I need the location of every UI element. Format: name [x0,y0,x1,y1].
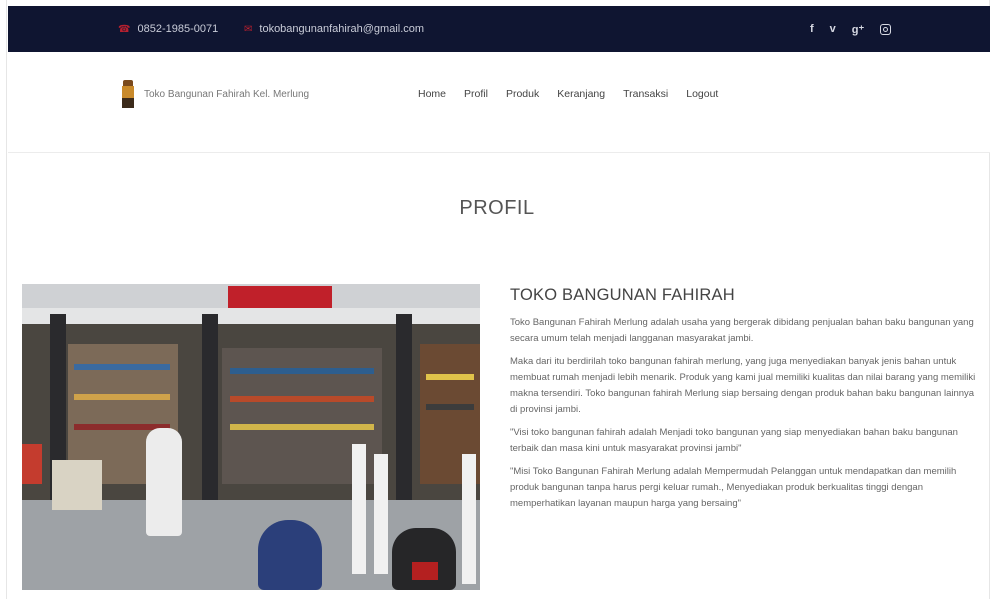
about-paragraph-detail: Maka dari itu berdirilah toko bangunan f… [510,356,976,415]
brand[interactable]: Toko Bangunan Fahirah Kel. Merlung [122,80,309,108]
top-contact-bar: ☎ 0852-1985-0071 ✉ tokobangunanfahirah@g… [8,6,990,52]
instagram-icon[interactable] [880,23,892,35]
phone-contact: ☎ 0852-1985-0071 [118,6,218,52]
about-paragraph-visi: "Visi toko bangunan fahirah adalah Menja… [510,427,958,454]
page-left-edge [0,0,7,599]
about-section: TOKO BANGUNAN FAHIRAH Toko Bangunan Fahi… [510,286,976,519]
about-paragraph-intro: Toko Bangunan Fahirah Merlung adalah usa… [510,317,974,344]
main-nav: Home Profil Produk Keranjang Transaksi L… [418,80,718,108]
phone-number: 0852-1985-0071 [137,23,219,35]
envelope-icon: ✉ [244,23,253,35]
nav-home[interactable]: Home [418,88,446,100]
phone-icon: ☎ [118,23,131,35]
nav-transaksi[interactable]: Transaksi [623,88,668,100]
facebook-icon[interactable]: f [810,23,814,35]
google-plus-icon[interactable]: g⁺ [852,23,865,36]
about-paragraph-misi: "Misi Toko Bangunan Fahirah Merlung adal… [510,466,957,509]
store-logo [122,80,134,108]
email-address[interactable]: tokobangunanfahirah@gmail.com [259,23,424,35]
brand-name[interactable]: Toko Bangunan Fahirah Kel. Merlung [144,89,309,100]
store-photo [22,284,480,590]
email-contact[interactable]: ✉ tokobangunanfahirah@gmail.com [244,6,424,52]
vimeo-icon[interactable]: v [830,23,836,35]
nav-produk[interactable]: Produk [506,88,539,100]
nav-keranjang[interactable]: Keranjang [557,88,605,100]
nav-profil[interactable]: Profil [464,88,488,100]
site-header: Toko Bangunan Fahirah Kel. Merlung Home … [8,52,990,153]
page-title: PROFIL [459,197,535,219]
social-links: f v g⁺ [810,6,892,52]
nav-logout[interactable]: Logout [686,88,718,100]
about-heading: TOKO BANGUNAN FAHIRAH [510,286,735,304]
